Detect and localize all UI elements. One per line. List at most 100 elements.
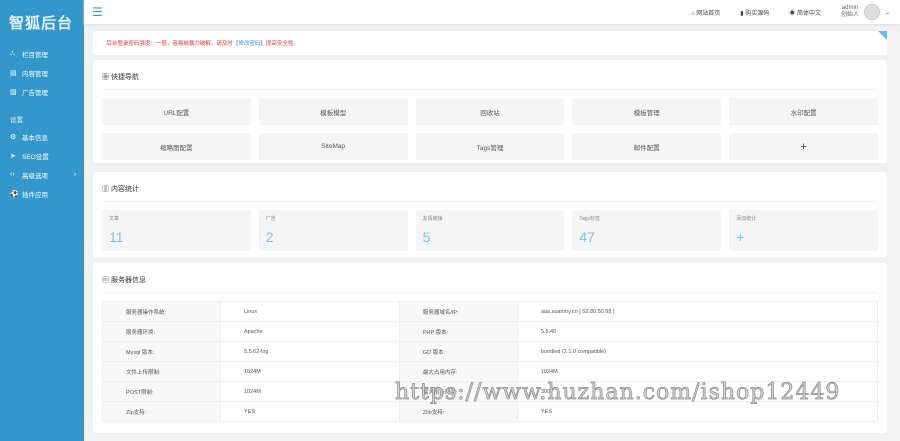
stat-label: 友情链接 bbox=[422, 216, 443, 222]
avatar bbox=[863, 4, 880, 20]
stat-value: 47 bbox=[579, 229, 595, 245]
info-value: YES bbox=[516, 401, 879, 422]
quick-nav-button[interactable]: 缩略图配置 bbox=[102, 133, 251, 160]
info-label: 文件上传限制: bbox=[102, 361, 221, 382]
gear-icon: ⚙ bbox=[10, 133, 17, 141]
info-value: bundled (2.1.0 compatible) bbox=[516, 341, 879, 362]
info-value: aaa.suanmy.cn [ 52.80.50.98 ] bbox=[516, 301, 879, 322]
sitemap-icon: ⛬ bbox=[10, 49, 15, 57]
home-link-label: 网站首页 bbox=[696, 10, 721, 17]
logo: 智狐后台 bbox=[9, 15, 74, 32]
alert-suffix: 提高安全性。 bbox=[265, 41, 299, 47]
info-label: 最大执行时间: bbox=[398, 381, 518, 402]
username: admin bbox=[841, 5, 859, 11]
table-row: Zip支持: YES Zlib支持: YES bbox=[102, 401, 879, 422]
stat-box[interactable]: 友情链接 5 bbox=[415, 210, 565, 251]
info-label: PHP 版本: bbox=[398, 321, 518, 342]
panel-title: ▥ 内容统计 bbox=[102, 172, 878, 202]
info-value: 1024M bbox=[516, 361, 879, 382]
quick-nav-button[interactable]: 模板管理 bbox=[572, 98, 722, 125]
info-value: 1024M bbox=[220, 381, 400, 402]
topbar: ☰ ⌂ 网站首页 ▮ 购买源码 ◉ 简体中文 admin 创始人 ⌄ bbox=[84, 0, 900, 24]
corner-decoration bbox=[878, 31, 887, 40]
code-icon: ‹› bbox=[10, 171, 15, 178]
user-role: 创始人 bbox=[840, 12, 859, 18]
buy-link[interactable]: ▮ 购买源码 bbox=[740, 8, 769, 17]
stats-title: 内容统计 bbox=[110, 186, 139, 193]
info-value: YES bbox=[220, 401, 400, 422]
language-label: 简体中文 bbox=[796, 10, 821, 17]
stat-label: Tags标签 bbox=[579, 216, 600, 222]
stat-value: 11 bbox=[109, 229, 124, 245]
sidebar-item-plugins[interactable]: ⚽ 插件应用 bbox=[0, 184, 84, 203]
sidebar-item-content[interactable]: ▤ 内容管理 bbox=[0, 63, 84, 82]
send-icon: ➤ bbox=[10, 152, 16, 160]
plugin-icon: ⚽ bbox=[10, 190, 19, 198]
sidebar-item-label: 插件应用 bbox=[22, 191, 48, 199]
stat-box[interactable]: 广告 2 bbox=[258, 210, 408, 251]
list-icon: ▤ bbox=[10, 69, 17, 77]
info-label: 服务器环境: bbox=[102, 321, 221, 342]
quick-nav-button[interactable]: Tags管理 bbox=[415, 133, 565, 160]
quick-nav-button[interactable]: 邮件配置 bbox=[572, 133, 722, 160]
quick-nav-button[interactable]: URL配置 bbox=[102, 98, 251, 125]
stat-box[interactable]: Tags标签 47 bbox=[572, 210, 722, 251]
stat-value: 5 bbox=[422, 229, 431, 245]
info-label: POST限制: bbox=[102, 381, 221, 402]
sidebar-section-settings: 设置 bbox=[10, 117, 23, 124]
sidebar-item-basic[interactable]: ⚙ 基本信息 bbox=[0, 127, 84, 146]
image-icon: ▨ bbox=[10, 88, 17, 96]
sidebar-item-label: 高级选项 bbox=[22, 172, 48, 180]
panel-title: ▤ 服务器信息 bbox=[102, 263, 878, 293]
panel-title: ▦ 快捷导航 bbox=[102, 60, 878, 90]
sidebar: 智狐后台 ⛬ 栏目管理 ▤ 内容管理 ▨ 广告管理 设置 ⚙ 基本信息 ➤ SEO设置 ‹… bbox=[0, 0, 84, 441]
password-alert: · 后台登录密码强度：一般，容易被暴力破解，请及时【修改密码】提高安全性。 bbox=[93, 31, 887, 55]
content-stats-panel: ▥ 内容统计 文章 11 广告 2 友情链接 5 Tags标签 47 添加统计 + bbox=[93, 172, 887, 257]
table-row: 文件上传限制: 1024M 最大占用内存: 1024M bbox=[102, 361, 879, 382]
quick-nav-title: 快捷导航 bbox=[110, 74, 139, 81]
info-value: Apache bbox=[220, 321, 400, 342]
add-shortcut-button[interactable]: + bbox=[729, 133, 878, 160]
info-value: 300s bbox=[516, 381, 879, 402]
stat-box[interactable]: 添加统计 + bbox=[729, 210, 878, 251]
sidebar-item-label: 栏目管理 bbox=[22, 51, 48, 59]
sidebar-item-column[interactable]: ⛬ 栏目管理 bbox=[0, 44, 84, 63]
stat-value: 2 bbox=[265, 229, 274, 245]
sidebar-item-ads[interactable]: ▨ 广告管理 bbox=[0, 82, 84, 101]
table-row: 服务器环境: Apache PHP 版本: 5.6.40 bbox=[102, 321, 879, 342]
info-label: 最大占用内存: bbox=[398, 361, 518, 382]
quick-nav-button[interactable]: SiteMap bbox=[258, 133, 408, 160]
server-title: 服务器信息 bbox=[110, 277, 146, 284]
sidebar-item-label: 内容管理 bbox=[22, 70, 48, 78]
server-info-table: 服务器操作系统: Linux 服务器域名/IP: aaa.suanmy.cn [ 52… bbox=[102, 301, 879, 422]
quick-nav-button[interactable]: 模板模型 bbox=[258, 98, 408, 125]
info-value: 5.5.62-log bbox=[220, 341, 400, 362]
info-value: 5.6.40 bbox=[516, 321, 879, 342]
info-label: GD 版本: bbox=[398, 341, 518, 362]
table-row: 服务器操作系统: Linux 服务器域名/IP: aaa.suanmy.cn [ 52… bbox=[102, 301, 879, 322]
chevron-right-icon: › bbox=[73, 171, 76, 178]
server-info-panel: ▤ 服务器信息 服务器操作系统: Linux 服务器域名/IP: aaa.suanmy… bbox=[93, 263, 887, 433]
info-label: Zip支持: bbox=[102, 401, 221, 422]
info-label: Zlib支持: bbox=[398, 401, 518, 422]
buy-link-label: 购买源码 bbox=[745, 10, 770, 17]
info-label: 服务器操作系统: bbox=[102, 301, 221, 322]
home-link[interactable]: ⌂ 网站首页 bbox=[691, 8, 720, 17]
sidebar-item-seo[interactable]: ➤ SEO设置 bbox=[0, 146, 84, 165]
stat-box[interactable]: 文章 11 bbox=[102, 210, 251, 251]
info-value: Linux bbox=[220, 301, 400, 322]
sidebar-item-label: 广告管理 bbox=[22, 89, 48, 97]
quick-nav-button[interactable]: 水印配置 bbox=[729, 98, 878, 125]
stat-label: 添加统计 bbox=[736, 216, 757, 222]
table-row: Mysql 版本: 5.5.62-log GD 版本: bundled (2.1.0 … bbox=[102, 341, 879, 362]
language-link[interactable]: ◉ 简体中文 bbox=[789, 8, 821, 17]
sidebar-item-label: 基本信息 bbox=[22, 134, 48, 142]
sidebar-item-advanced[interactable]: ‹› 高级选项 › bbox=[0, 165, 84, 184]
info-label: 服务器域名/IP: bbox=[398, 301, 518, 322]
quick-nav-button[interactable]: 回收站 bbox=[415, 98, 565, 125]
menu-toggle-icon[interactable]: ☰ bbox=[92, 5, 103, 19]
chevron-down-icon: ⌄ bbox=[884, 9, 890, 16]
user-menu[interactable]: admin 创始人 ⌄ bbox=[841, 4, 890, 20]
stat-label: 文章 bbox=[109, 216, 120, 222]
change-password-link[interactable]: 【修改密码】 bbox=[233, 41, 266, 47]
